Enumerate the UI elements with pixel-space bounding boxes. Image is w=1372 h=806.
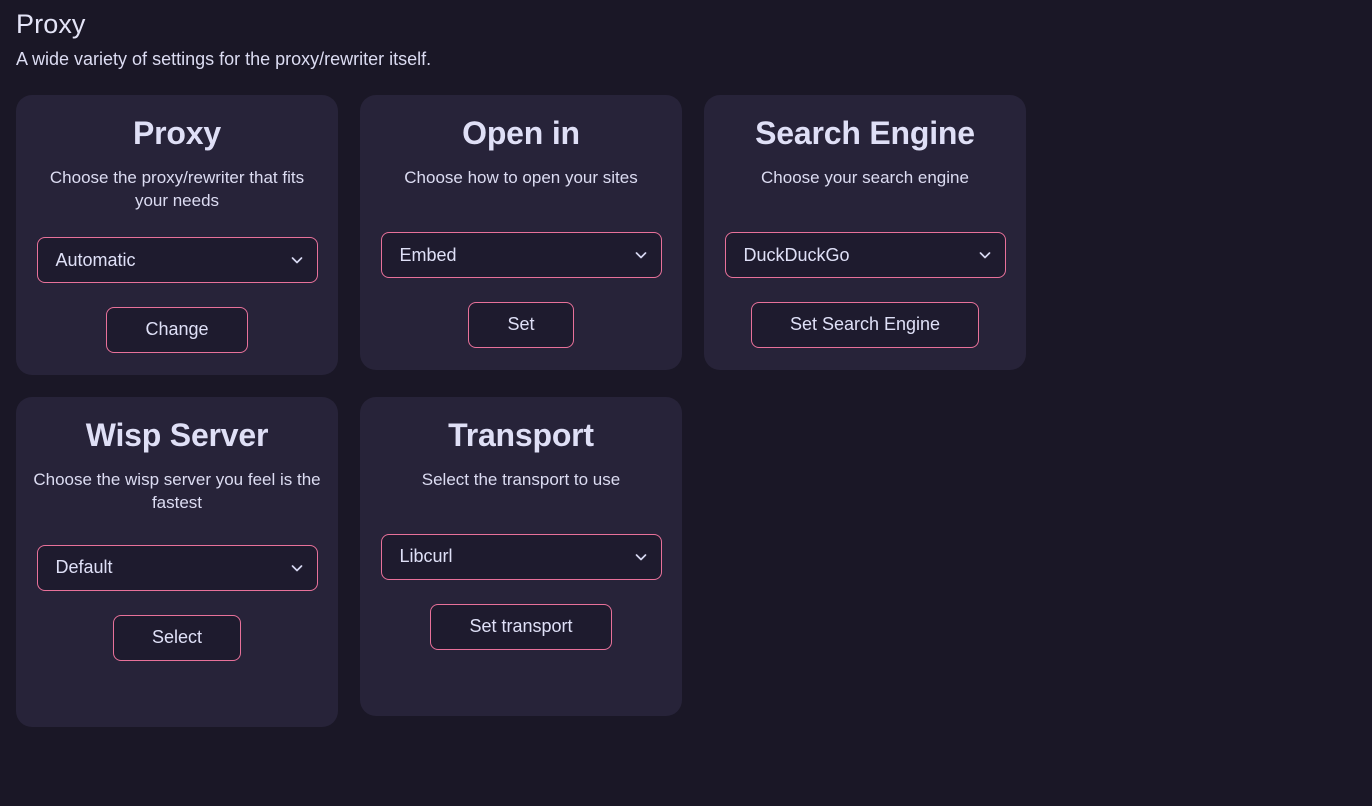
set-transport-button[interactable]: Set transport — [430, 603, 612, 650]
settings-card-grid: Proxy Choose the proxy/rewriter that fit… — [16, 95, 1356, 727]
card-title: Search Engine — [755, 115, 975, 152]
wisp-server-select[interactable]: Default — [36, 544, 318, 591]
open-in-select[interactable]: Embed — [380, 232, 662, 279]
card-description: Choose the wisp server you feel is the f… — [33, 470, 321, 512]
search-engine-select-wrapper[interactable]: DuckDuckGo — [724, 232, 1006, 279]
proxy-settings-page: Proxy A wide variety of settings for the… — [0, 0, 1372, 727]
open-in-set-button[interactable]: Set — [468, 302, 574, 349]
settings-card-wisp-server: Wisp Server Choose the wisp server you f… — [16, 397, 338, 727]
card-title: Transport — [448, 417, 594, 454]
set-search-engine-button[interactable]: Set Search Engine — [750, 302, 980, 349]
card-description: Choose the proxy/rewriter that fits your… — [49, 168, 305, 211]
card-title: Open in — [462, 115, 580, 152]
proxy-select[interactable]: Automatic — [36, 237, 318, 284]
proxy-change-button[interactable]: Change — [106, 307, 248, 354]
settings-card-search-engine: Search Engine Choose your search engine … — [704, 95, 1026, 371]
settings-card-transport: Transport Select the transport to use Li… — [360, 397, 682, 716]
card-description: Select the transport to use — [421, 470, 621, 490]
settings-card-open-in: Open in Choose how to open your sites Em… — [360, 95, 682, 371]
wisp-server-select-wrapper[interactable]: Default — [36, 544, 318, 591]
card-title: Proxy — [133, 115, 221, 152]
open-in-select-wrapper[interactable]: Embed — [380, 232, 662, 279]
card-description: Choose your search engine — [761, 168, 969, 188]
transport-select-wrapper[interactable]: Libcurl — [380, 533, 662, 580]
card-description: Choose how to open your sites — [404, 168, 638, 188]
card-title: Wisp Server — [85, 417, 269, 454]
settings-card-proxy: Proxy Choose the proxy/rewriter that fit… — [16, 95, 338, 376]
search-engine-select[interactable]: DuckDuckGo — [724, 232, 1006, 279]
page-subtitle: A wide variety of settings for the proxy… — [16, 48, 432, 69]
proxy-select-wrapper[interactable]: Automatic — [36, 237, 318, 284]
wisp-server-select-button[interactable]: Select — [112, 614, 242, 661]
page-title: Proxy — [16, 9, 86, 39]
transport-select[interactable]: Libcurl — [380, 533, 662, 580]
